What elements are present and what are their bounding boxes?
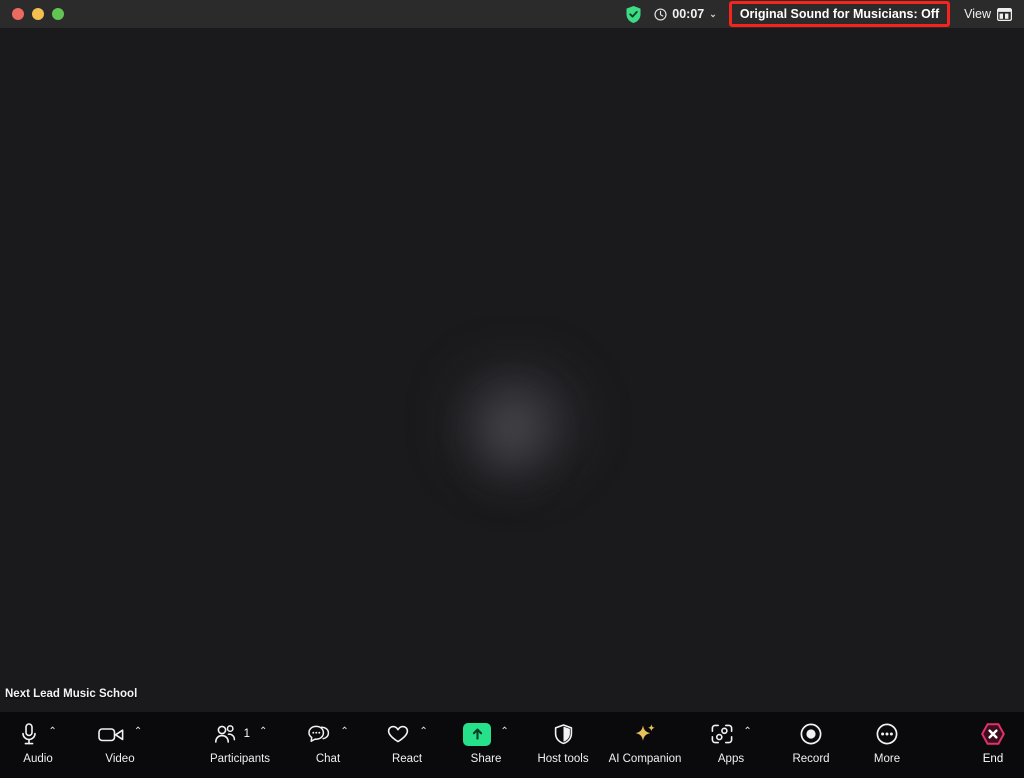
heart-icon <box>386 724 410 745</box>
title-bar: 00:07 ⌄ Original Sound for Musicians: Of… <box>0 0 1024 28</box>
encryption-shield-icon[interactable] <box>625 5 642 24</box>
clock-icon <box>654 7 667 21</box>
participants-icon <box>213 724 237 745</box>
meeting-timer[interactable]: 00:07 ⌄ <box>654 7 717 21</box>
maximize-window-button[interactable] <box>52 8 64 20</box>
react-options-chevron-icon[interactable]: ⌃ <box>419 727 427 737</box>
participants-count-badge: 1 <box>243 728 251 740</box>
minimize-window-button[interactable] <box>32 8 44 20</box>
toolbar-label-end: End <box>982 753 1004 765</box>
toolbar-label-ai-companion: AI Companion <box>608 753 682 765</box>
window-controls <box>0 8 64 20</box>
toolbar-label-audio: Audio <box>23 753 53 765</box>
original-sound-label: Original Sound for Musicians: Off <box>739 7 940 21</box>
toolbar-label-apps: Apps <box>717 753 745 765</box>
timer-value: 00:07 <box>672 7 705 21</box>
toolbar-label-record: Record <box>792 753 830 765</box>
participant-video-feed-core <box>455 373 565 503</box>
end-call-icon <box>980 722 1006 746</box>
toolbar-label-share: Share <box>470 753 502 765</box>
record-icon <box>799 722 823 746</box>
original-sound-for-musicians-button[interactable]: Original Sound for Musicians: Off <box>728 1 951 27</box>
toolbar-label-more: More <box>873 753 901 765</box>
toolbar-label-video: Video <box>105 753 135 765</box>
apps-options-chevron-icon[interactable]: ⌃ <box>743 727 751 737</box>
view-label: View <box>964 7 991 21</box>
shield-host-icon <box>553 723 574 746</box>
toolbar-label-chat: Chat <box>315 753 341 765</box>
chevron-down-icon[interactable]: ⌄ <box>709 9 717 19</box>
gallery-view-icon <box>997 7 1012 21</box>
share-screen-icon <box>463 722 492 746</box>
toolbar-label-host-tools: Host tools <box>537 753 589 765</box>
share-options-chevron-icon[interactable]: ⌃ <box>500 727 508 737</box>
video-camera-icon <box>98 725 125 744</box>
original-sound-highlight: Original Sound for Musicians: Off <box>728 1 951 27</box>
video-stage[interactable]: Next Lead Music School <box>0 28 1024 712</box>
zoom-meeting-window: 00:07 ⌄ Original Sound for Musicians: Of… <box>0 0 1024 778</box>
apps-icon <box>710 723 734 745</box>
toolbar-label-participants: Participants <box>209 753 271 765</box>
participant-name-label: Next Lead Music School <box>5 688 138 700</box>
toolbar-label-react: React <box>391 753 423 765</box>
chat-bubble-icon <box>307 724 331 745</box>
more-ellipsis-icon <box>875 722 899 746</box>
microphone-icon <box>19 722 39 747</box>
view-button[interactable]: View <box>964 7 1012 21</box>
title-bar-right-controls: 00:07 ⌄ Original Sound for Musicians: Of… <box>625 0 1024 28</box>
participants-options-chevron-icon[interactable]: ⌃ <box>259 727 267 737</box>
video-options-chevron-icon[interactable]: ⌃ <box>134 727 142 737</box>
close-window-button[interactable] <box>12 8 24 20</box>
sparkle-icon <box>632 722 658 746</box>
audio-options-chevron-icon[interactable]: ⌃ <box>48 727 56 737</box>
chat-options-chevron-icon[interactable]: ⌃ <box>340 727 348 737</box>
meeting-toolbar: ⌃ Audio ⌃ Video 1 ⌃ Participants ⌃ Chat … <box>0 712 1024 778</box>
